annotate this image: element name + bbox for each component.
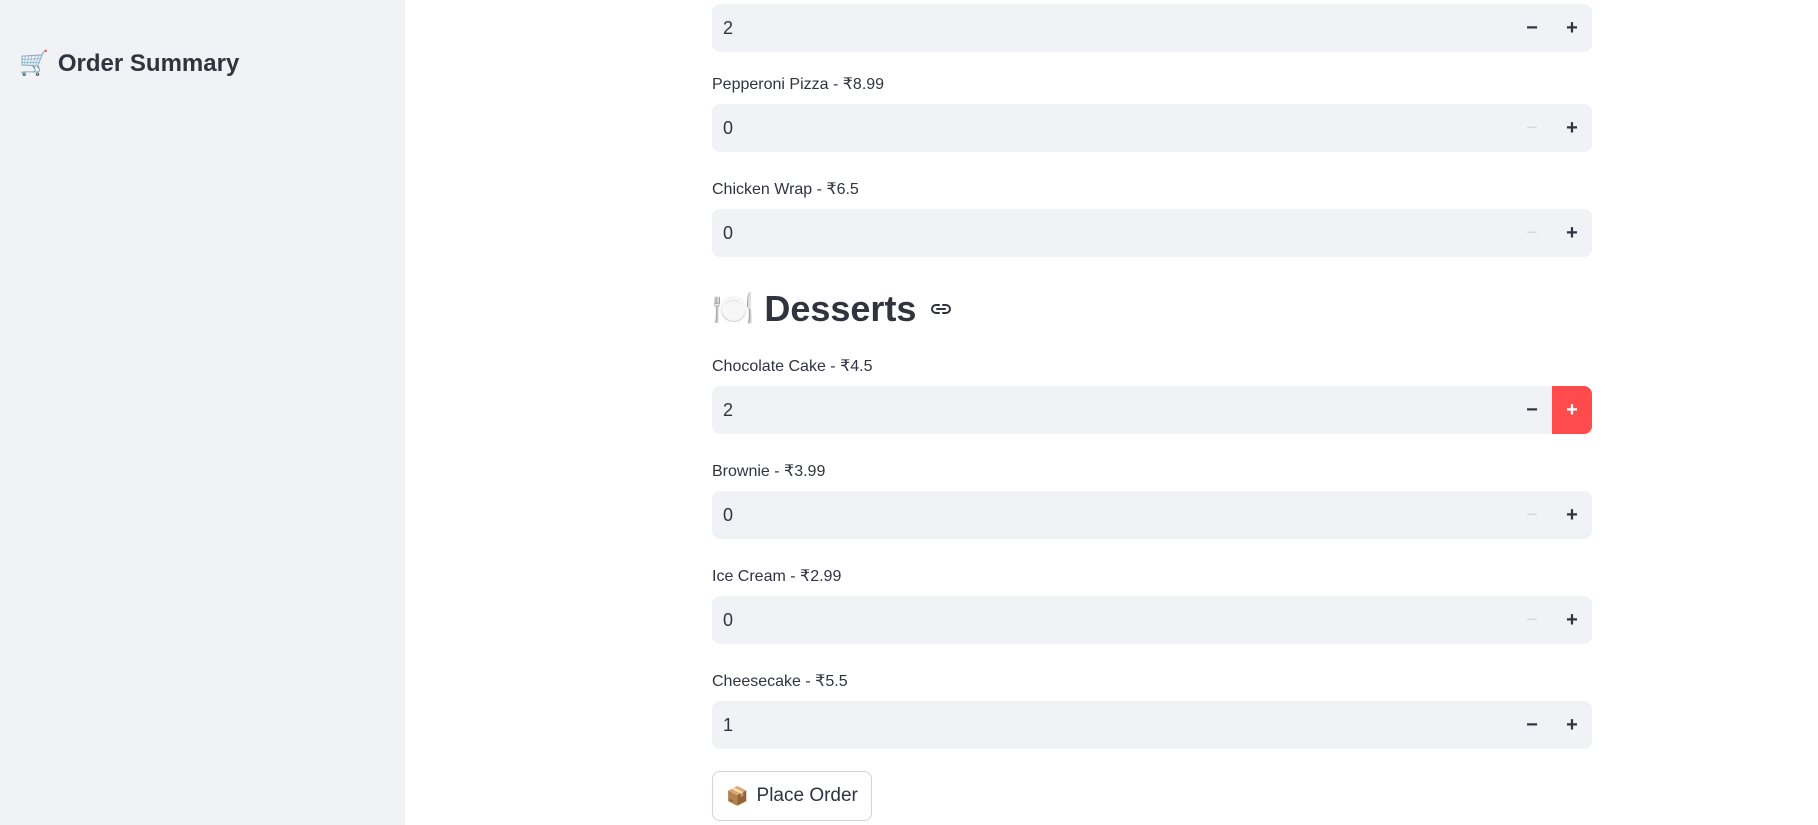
quantity-value[interactable]: 1 (712, 715, 1512, 736)
section-title: Desserts (764, 288, 917, 329)
quantity-value[interactable]: 0 (712, 118, 1512, 139)
increment-button[interactable]: + (1552, 386, 1592, 434)
item-label-pepperoni-pizza: Pepperoni Pizza - ₹8.99 (712, 76, 885, 93)
decrement-button[interactable]: − (1512, 596, 1552, 644)
package-icon: 📦 (726, 786, 749, 806)
increment-button[interactable]: + (1552, 4, 1592, 52)
quantity-stepper[interactable]: 2 − + (712, 386, 1592, 434)
decrement-button[interactable]: − (1512, 104, 1552, 152)
app-root: 🛒 Order Summary 2 − + Pepperoni Pizza - … (0, 0, 1818, 825)
increment-button[interactable]: + (1552, 701, 1592, 749)
decrement-button[interactable]: − (1512, 491, 1552, 539)
decrement-button[interactable]: − (1512, 386, 1552, 434)
decrement-button[interactable]: − (1512, 209, 1552, 257)
plate-icon: 🍽️ (712, 290, 755, 328)
quantity-stepper[interactable]: 0 − + (712, 596, 1592, 644)
quantity-value[interactable]: 0 (712, 223, 1512, 244)
decrement-button[interactable]: − (1512, 701, 1552, 749)
item-label-ice-cream: Ice Cream - ₹2.99 (712, 568, 842, 585)
increment-button[interactable]: + (1552, 209, 1592, 257)
link-icon[interactable] (930, 302, 952, 316)
quantity-value[interactable]: 0 (712, 505, 1512, 526)
quantity-stepper[interactable]: 2 − + (712, 4, 1592, 52)
place-order-button[interactable]: 📦 Place Order (712, 771, 872, 821)
item-label-cheesecake: Cheesecake - ₹5.5 (712, 673, 848, 690)
quantity-stepper[interactable]: 0 − + (712, 104, 1592, 152)
sidebar-title-text: Order Summary (57, 50, 240, 77)
item-label-brownie: Brownie - ₹3.99 (712, 463, 826, 480)
decrement-button[interactable]: − (1512, 4, 1552, 52)
quantity-value[interactable]: 2 (712, 400, 1512, 421)
increment-button[interactable]: + (1552, 491, 1592, 539)
main-content: 2 − + Pepperoni Pizza - ₹8.99 0 − + Chic… (405, 0, 1818, 825)
quantity-stepper[interactable]: 1 − + (712, 701, 1592, 749)
sidebar-title: 🛒 Order Summary (19, 50, 239, 78)
quantity-value[interactable]: 2 (712, 18, 1512, 39)
item-label-chicken-wrap: Chicken Wrap - ₹6.5 (712, 181, 859, 198)
quantity-stepper[interactable]: 0 − + (712, 209, 1592, 257)
increment-button[interactable]: + (1552, 104, 1592, 152)
item-label-chocolate-cake: Chocolate Cake - ₹4.5 (712, 358, 873, 375)
quantity-value[interactable]: 0 (712, 610, 1512, 631)
quantity-stepper[interactable]: 0 − + (712, 491, 1592, 539)
shopping-cart-icon: 🛒 (19, 50, 49, 77)
sidebar: 🛒 Order Summary (0, 0, 405, 825)
increment-button[interactable]: + (1552, 596, 1592, 644)
place-order-label: Place Order (756, 785, 858, 806)
section-heading-desserts: 🍽️ Desserts (712, 288, 952, 330)
